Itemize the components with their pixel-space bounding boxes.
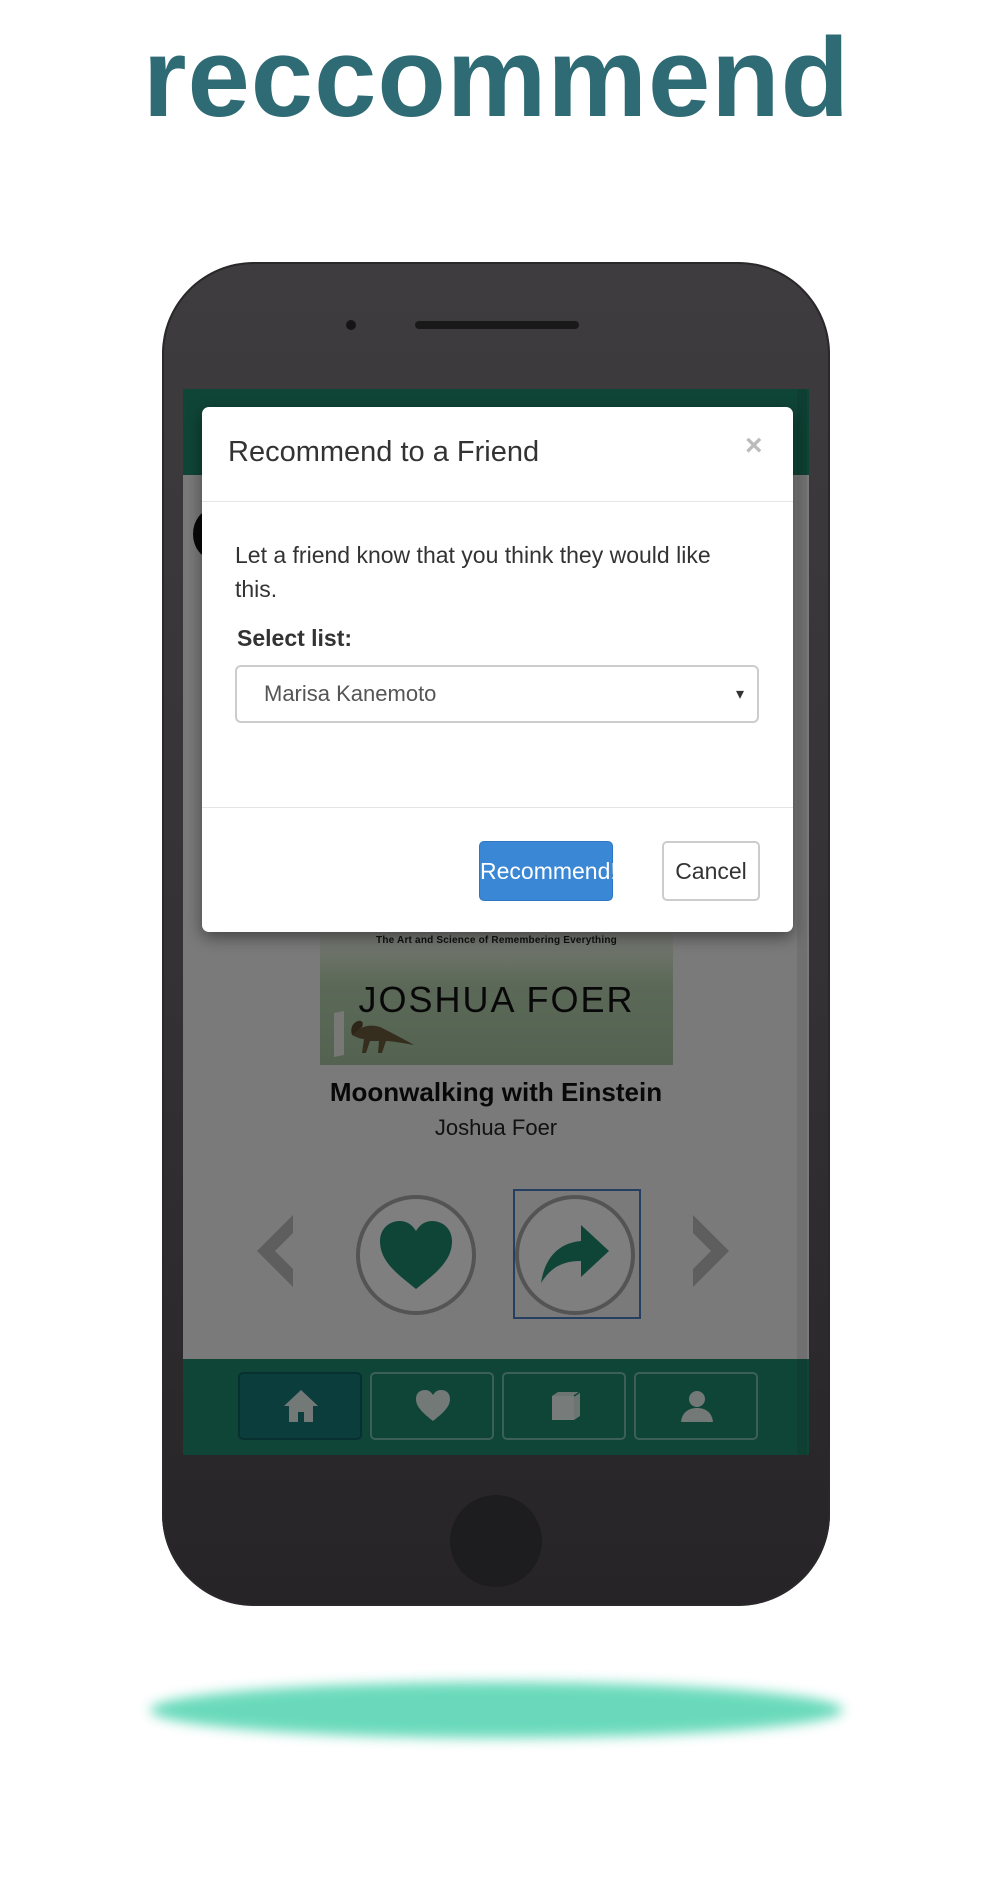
friend-select[interactable]: Marisa Kanemoto ▾ <box>235 665 759 723</box>
page-headline: reccommend <box>142 15 851 140</box>
app-screen: The Art and Science of Remembering Every… <box>183 389 809 1455</box>
chevron-down-icon: ▾ <box>736 686 745 703</box>
recommend-modal: Recommend to a Friend × Let a friend kno… <box>202 407 793 932</box>
close-icon[interactable]: × <box>745 431 763 461</box>
phone-home-button[interactable] <box>450 1495 542 1587</box>
modal-message: Let a friend know that you think they wo… <box>235 542 711 602</box>
friend-select-value: Marisa Kanemoto <box>264 681 437 706</box>
phone-ground-shadow <box>150 1682 843 1738</box>
phone-mockup: The Art and Science of Remembering Every… <box>162 262 830 1606</box>
cancel-button[interactable]: Cancel <box>662 841 760 901</box>
modal-header-divider <box>202 501 793 502</box>
phone-speaker <box>415 321 579 329</box>
recommend-button[interactable]: Recommend! <box>479 841 617 901</box>
modal-footer-divider <box>202 807 793 808</box>
modal-title: Recommend to a Friend <box>228 436 540 468</box>
phone-camera <box>346 320 356 330</box>
select-list-label: Select list: <box>237 625 353 651</box>
